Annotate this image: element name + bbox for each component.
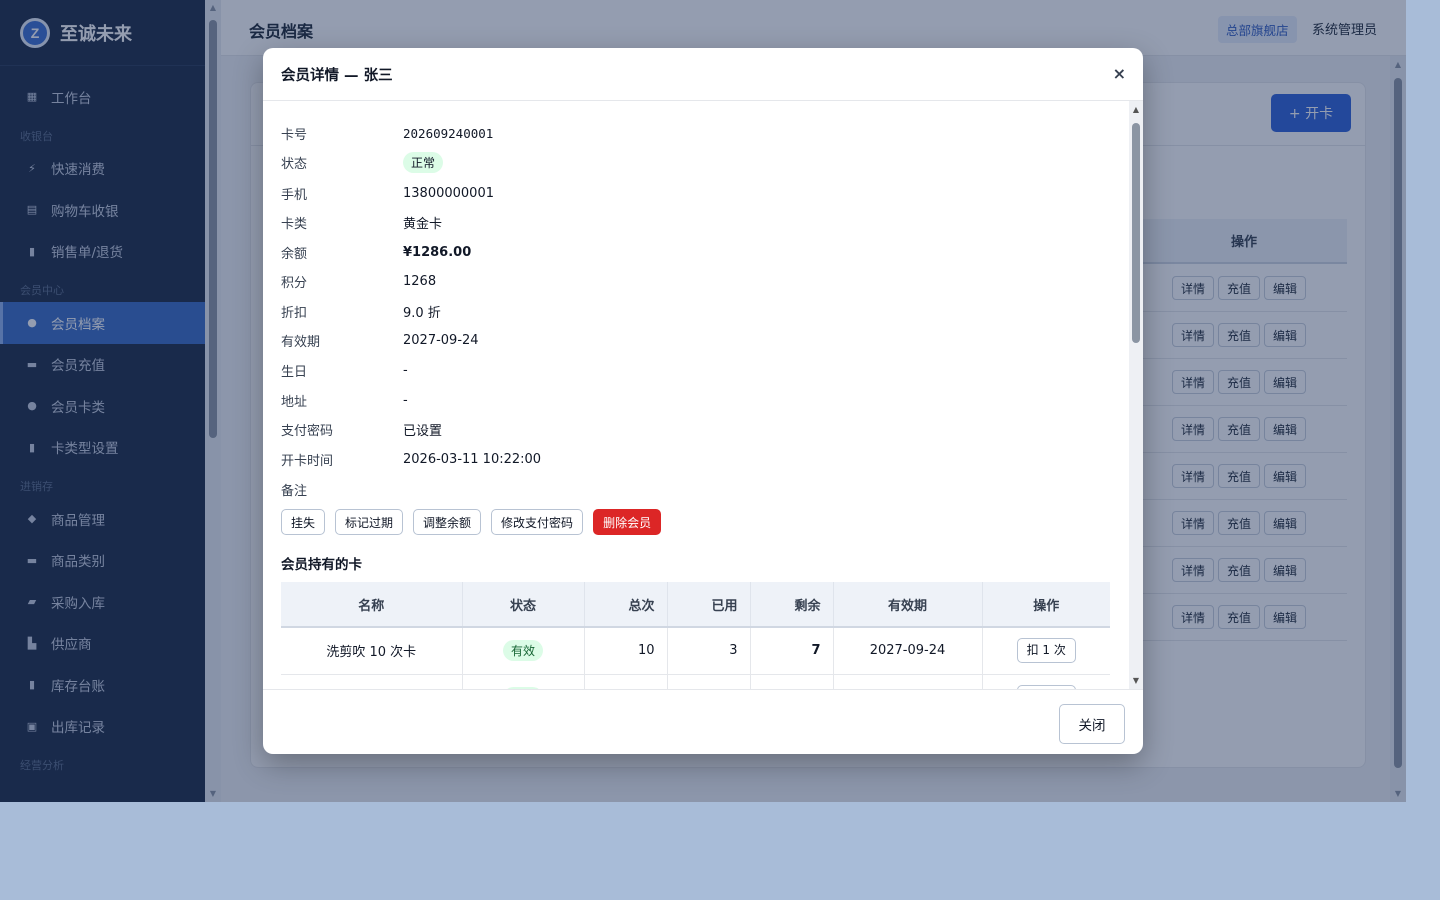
info-label: 生日 bbox=[281, 364, 308, 380]
cell-value: 3 bbox=[729, 643, 738, 659]
dialog-body: 卡号 202609240001 状态 正常手机 13800000001 卡类 黄金卡余额 ¥1… bbox=[263, 101, 1129, 689]
table-cell-action: 扣 1 次 bbox=[982, 674, 1110, 689]
deduct-once-button[interactable]: 扣 1 次 bbox=[1016, 638, 1076, 664]
dialog-footer: 关闭 bbox=[263, 689, 1143, 754]
info-value: ¥1286.00 bbox=[403, 244, 472, 260]
info-value: 202609240001 bbox=[403, 125, 494, 141]
info-row: 余额 ¥1286.00 bbox=[281, 242, 471, 262]
cell-value: 7 bbox=[811, 643, 821, 659]
app-window: Z 至诚未来 ▦ 工作台 收银台 ⚡ 快速消费 ▤ 购物车收银 ▮ 销售单/退货 会员中心 ● 会员档… bbox=[0, 0, 1406, 802]
column-header: 剩余 bbox=[750, 582, 834, 628]
table-cell-remaining bbox=[750, 674, 834, 689]
table-body: 洗剪吹 10 次卡有效10372027-09-24扣 1 次有效扣 1 次 bbox=[281, 627, 1110, 689]
dialog-title: 会员详情 — 张三 bbox=[281, 67, 393, 84]
info-label: 支付密码 bbox=[281, 423, 334, 439]
column-header: 已用 bbox=[667, 582, 751, 628]
table-cell-total bbox=[584, 674, 668, 689]
info-label: 折扣 bbox=[281, 305, 308, 321]
column-header: 总次 bbox=[584, 582, 668, 628]
report-loss-button[interactable]: 挂失 bbox=[281, 509, 326, 535]
dialog-scrollbar[interactable]: ▲ ▼ bbox=[1129, 101, 1143, 689]
table-cell-action: 扣 1 次 bbox=[982, 627, 1110, 675]
column-header: 有效期 bbox=[833, 582, 983, 628]
dialog-scroll-thumb[interactable] bbox=[1132, 123, 1140, 343]
close-button[interactable]: 关闭 bbox=[1059, 704, 1125, 744]
column-header: 操作 bbox=[982, 582, 1110, 628]
adjust-balance-button[interactable]: 调整余额 bbox=[413, 509, 482, 535]
status-badge: 有效 bbox=[502, 640, 543, 662]
scroll-down-arrow-icon[interactable]: ▼ bbox=[1129, 676, 1143, 685]
info-row: 状态 正常 bbox=[281, 151, 444, 173]
cell-value: 洗剪吹 10 次卡 bbox=[326, 645, 417, 661]
info-value: 1268 bbox=[403, 273, 437, 289]
info-label: 地址 bbox=[281, 394, 308, 410]
info-row: 开卡时间 2026-03-11 10:22:00 bbox=[281, 449, 541, 469]
delete-member-button[interactable]: 删除会员 bbox=[593, 509, 662, 535]
table-cell-status: 有效 bbox=[462, 674, 585, 689]
table-cell-name bbox=[281, 674, 463, 689]
info-label: 卡类 bbox=[281, 216, 308, 232]
info-label: 卡号 bbox=[281, 127, 308, 143]
column-header: 名称 bbox=[281, 582, 463, 628]
table-cell-total: 10 bbox=[584, 627, 668, 675]
info-row: 卡号 202609240001 bbox=[281, 123, 493, 143]
member-actions: 挂失 标记过期 调整余额 修改支付密码 删除会员 bbox=[281, 509, 662, 535]
info-value: 2026-03-11 10:22:00 bbox=[403, 451, 542, 467]
info-value: 已设置 bbox=[403, 423, 443, 439]
table-cell-used: 3 bbox=[667, 627, 751, 675]
column-header: 状态 bbox=[462, 582, 585, 628]
table-row: 洗剪吹 10 次卡 有效 10 3 7 2027-09-24 扣 1 次 bbox=[281, 627, 1110, 675]
close-icon[interactable]: × bbox=[1113, 64, 1126, 83]
info-row: 地址 - bbox=[281, 390, 408, 410]
change-pay-password-button[interactable]: 修改支付密码 bbox=[491, 509, 584, 535]
member-detail-dialog: 会员详情 — 张三 × 卡号 202609240001 状态 正常手机 13800000… bbox=[263, 48, 1143, 754]
table-row: 有效 扣 1 次 bbox=[281, 674, 1110, 689]
cell-value: 10 bbox=[637, 643, 655, 659]
info-row: 备注 bbox=[281, 479, 403, 499]
info-value: 9.0 折 bbox=[403, 305, 441, 321]
info-label: 状态 bbox=[281, 156, 308, 172]
info-row: 支付密码 已设置 bbox=[281, 419, 442, 439]
info-label: 开卡时间 bbox=[281, 453, 334, 469]
table-header-row: 名称 状态 总次 已用 剩余 有效期 操作 bbox=[281, 582, 1110, 628]
table-cell-expiry: 2027-09-24 bbox=[833, 627, 983, 675]
info-row: 积分 1268 bbox=[281, 271, 436, 291]
info-value: 13800000001 bbox=[403, 185, 494, 201]
status-badge: 正常 bbox=[403, 151, 444, 173]
table-cell-used bbox=[667, 674, 751, 689]
table-cell-name: 洗剪吹 10 次卡 bbox=[281, 627, 463, 675]
table-cell-remaining: 7 bbox=[750, 627, 834, 675]
info-label: 有效期 bbox=[281, 334, 321, 350]
member-cards-table: 名称 状态 总次 已用 剩余 有效期 操作 洗剪吹 10 次卡 有效 10 3 7 2027-09-2… bbox=[281, 582, 1110, 689]
info-row: 生日 - bbox=[281, 360, 408, 380]
table-cell-expiry bbox=[833, 674, 983, 689]
table-cell-status: 有效 bbox=[462, 627, 585, 675]
info-row: 手机 13800000001 bbox=[281, 183, 494, 203]
info-row: 有效期 2027-09-24 bbox=[281, 330, 479, 350]
scroll-up-arrow-icon[interactable]: ▲ bbox=[1129, 105, 1143, 114]
info-row: 卡类 黄金卡 bbox=[281, 212, 442, 232]
cell-value: 2027-09-24 bbox=[869, 643, 946, 659]
info-row: 折扣 9.0 折 bbox=[281, 301, 441, 321]
info-label: 积分 bbox=[281, 275, 308, 291]
info-label: 备注 bbox=[281, 483, 308, 499]
info-value: - bbox=[403, 392, 408, 408]
info-value: 2027-09-24 bbox=[403, 332, 479, 348]
dialog-header: 会员详情 — 张三 × bbox=[263, 48, 1143, 101]
info-label: 余额 bbox=[281, 246, 308, 262]
info-label: 手机 bbox=[281, 187, 308, 203]
mark-expired-button[interactable]: 标记过期 bbox=[335, 509, 404, 535]
cards-section-title: 会员持有的卡 bbox=[281, 557, 362, 573]
info-value: - bbox=[403, 362, 408, 378]
info-value: 黄金卡 bbox=[403, 216, 443, 232]
